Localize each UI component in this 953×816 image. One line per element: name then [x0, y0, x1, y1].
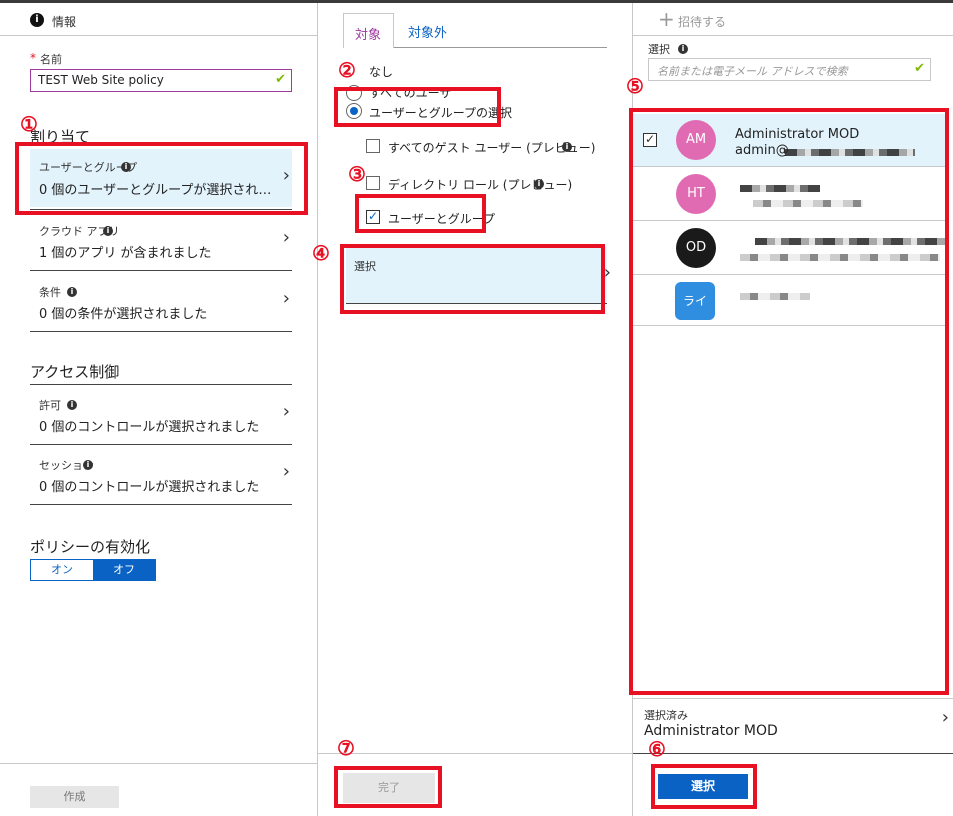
- session-value: 0 個のコントロールが選択されました: [39, 480, 260, 495]
- divider: [30, 504, 292, 505]
- access-heading: アクセス制御: [30, 363, 120, 381]
- valid-check-icon: ✔: [914, 61, 925, 76]
- enable-heading: ポリシーの有効化: [30, 538, 151, 556]
- name-field[interactable]: TEST Web Site policy ✔: [30, 69, 292, 92]
- info-header: i 情報: [0, 3, 317, 36]
- info-icon: i: [30, 13, 44, 27]
- annotation-box-4: [340, 244, 605, 314]
- annotation-number-7: ⑦: [337, 736, 355, 760]
- conditions-label: 条件: [39, 286, 61, 299]
- annotation-number-1: ①: [20, 112, 38, 136]
- selected-item[interactable]: 選択済み Administrator MOD ›: [633, 699, 953, 754]
- session-item[interactable]: セッション i 0 個のコントロールが選択されました ›: [30, 449, 292, 501]
- annotation-box-3: [355, 194, 486, 233]
- plus-icon: +: [658, 7, 675, 31]
- chevron-right-icon: ›: [941, 707, 949, 728]
- divider: [30, 384, 292, 385]
- tab-include[interactable]: 対象: [343, 13, 394, 48]
- valid-check-icon: ✔: [275, 72, 286, 87]
- conditions-value: 0 個の条件が選択されました: [39, 307, 208, 322]
- selected-label: 選択済み: [644, 709, 688, 722]
- chevron-right-icon: ›: [282, 288, 290, 309]
- directory-roles-label: ディレクトリ ロール (プレビュー): [388, 178, 573, 192]
- footer-divider: [318, 753, 632, 754]
- annotation-box-7: [334, 766, 442, 808]
- required-asterisk: *: [30, 51, 36, 65]
- name-label: 名前: [40, 53, 62, 66]
- footer-divider: [0, 763, 317, 764]
- info-icon: i: [562, 142, 572, 152]
- annotation-number-3: ③: [348, 162, 366, 186]
- option-none-label: なし: [369, 65, 394, 79]
- enable-toggle[interactable]: オン オフ: [30, 559, 156, 581]
- toggle-off[interactable]: オフ: [93, 560, 155, 580]
- divider: [30, 444, 292, 445]
- cloud-apps-value: 1 個のアプリ が含まれました: [39, 246, 212, 261]
- invite-button[interactable]: 招待する: [678, 13, 726, 30]
- tab-exclude[interactable]: 対象外: [408, 22, 447, 41]
- divider: [30, 270, 292, 271]
- create-button[interactable]: 作成: [30, 786, 119, 808]
- policy-info-panel: i 情報 * 名前 TEST Web Site policy ✔ 割り当て ユー…: [0, 3, 318, 816]
- name-field-value: TEST Web Site policy: [38, 73, 164, 87]
- grant-label: 許可: [39, 399, 61, 412]
- invite-bar: + 招待する: [633, 3, 953, 36]
- info-icon: i: [534, 179, 544, 189]
- tab-underline: [394, 47, 607, 48]
- annotation-number-4: ④: [312, 241, 330, 265]
- info-icon: i: [83, 460, 93, 470]
- checkbox-directory-roles[interactable]: [366, 176, 380, 190]
- annotation-box-2: [334, 87, 501, 127]
- grant-item[interactable]: 許可 i 0 個のコントロールが選択されました ›: [30, 389, 292, 441]
- toggle-on[interactable]: オン: [31, 560, 93, 580]
- annotation-box-5: [629, 108, 949, 695]
- annotation-box-1: [15, 142, 308, 215]
- chevron-right-icon: ›: [282, 401, 290, 422]
- divider: [30, 331, 292, 332]
- info-icon: i: [67, 287, 77, 297]
- annotation-number-2: ②: [338, 58, 356, 82]
- info-icon: i: [678, 44, 688, 54]
- search-placeholder: 名前または電子メール アドレスで検索: [657, 65, 848, 78]
- chevron-right-icon: ›: [282, 227, 290, 248]
- chevron-right-icon: ›: [282, 461, 290, 482]
- info-header-title: 情報: [52, 15, 77, 29]
- info-icon: i: [103, 226, 113, 236]
- divider: [633, 753, 953, 754]
- annotation-number-6: ⑥: [648, 737, 666, 761]
- search-input[interactable]: 名前または電子メール アドレスで検索 ✔: [648, 58, 931, 81]
- annotation-box-6: [651, 764, 757, 809]
- conditions-item[interactable]: 条件 i 0 個の条件が選択されました ›: [30, 276, 292, 328]
- tab-include-label: 対象: [355, 28, 382, 43]
- checkbox-guest-users[interactable]: [366, 139, 380, 153]
- select-label: 選択: [648, 43, 670, 56]
- info-icon: i: [67, 400, 77, 410]
- grant-value: 0 個のコントロールが選択されました: [39, 420, 260, 435]
- cloud-apps-item[interactable]: クラウド アプリ i 1 個のアプリ が含まれました ›: [30, 215, 292, 267]
- annotation-number-5: ⑤: [626, 74, 644, 98]
